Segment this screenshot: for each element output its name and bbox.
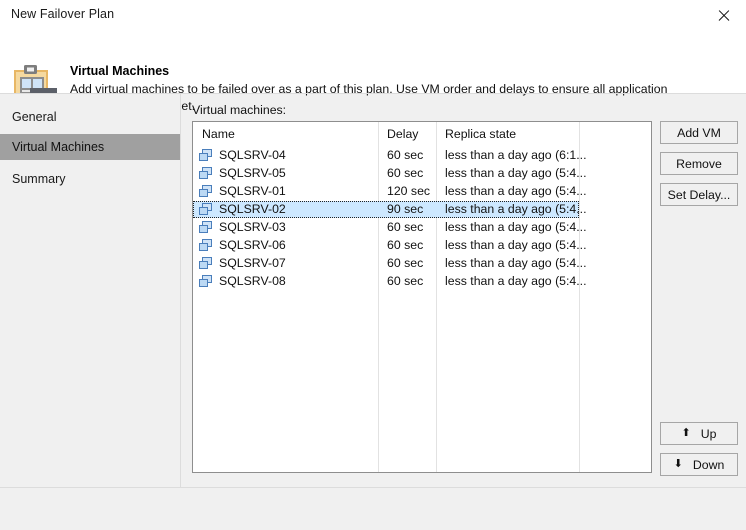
move-down-label: Down (693, 458, 724, 472)
column-header-delay[interactable]: Delay (387, 127, 418, 141)
sidebar-divider (180, 94, 181, 487)
cell-name: SQLSRV-08 (219, 274, 286, 288)
cell-name: SQLSRV-04 (219, 148, 286, 162)
cell-name: SQLSRV-06 (219, 238, 286, 252)
arrow-up-icon: ⬆ (682, 428, 691, 439)
sidebar-item-label: Virtual Machines (12, 140, 104, 154)
virtual-machine-icon (199, 239, 214, 252)
cell-name: SQLSRV-07 (219, 256, 286, 270)
virtual-machine-icon (199, 275, 214, 288)
virtual-machine-icon (199, 167, 214, 180)
column-header-name[interactable]: Name (202, 127, 235, 141)
sidebar-item-general[interactable]: General (0, 104, 180, 130)
table-row[interactable]: SQLSRV-03 60 sec less than a day ago (5:… (193, 219, 579, 236)
table-row[interactable]: SQLSRV-08 60 sec less than a day ago (5:… (193, 273, 579, 290)
cell-replica-state: less than a day ago (5:4... (445, 256, 587, 270)
arrow-down-icon: ⬇ (674, 459, 683, 470)
window-title: New Failover Plan (11, 7, 114, 21)
table-row[interactable]: SQLSRV-05 60 sec less than a day ago (5:… (193, 165, 579, 182)
cell-replica-state: less than a day ago (5:4... (445, 202, 587, 216)
cell-replica-state: less than a day ago (6:1... (445, 148, 587, 162)
virtual-machine-icon (199, 185, 214, 198)
cell-replica-state: less than a day ago (5:4... (445, 166, 587, 180)
table-row[interactable]: SQLSRV-07 60 sec less than a day ago (5:… (193, 255, 579, 272)
new-failover-plan-dialog: New Failover Plan vm Virtual Machines Ad… (0, 0, 746, 530)
banner-title: Virtual Machines (70, 64, 169, 78)
move-down-button[interactable]: ⬇ Down (660, 453, 738, 476)
cell-delay: 90 sec (387, 202, 423, 216)
close-button[interactable] (701, 0, 746, 30)
cell-name: SQLSRV-02 (219, 202, 286, 216)
table-row[interactable]: SQLSRV-01 120 sec less than a day ago (5… (193, 183, 579, 200)
cell-replica-state: less than a day ago (5:4... (445, 184, 587, 198)
table-row[interactable]: SQLSRV-06 60 sec less than a day ago (5:… (193, 237, 579, 254)
cell-delay: 60 sec (387, 166, 423, 180)
cell-delay: 120 sec (387, 184, 430, 198)
cell-name: SQLSRV-03 (219, 220, 286, 234)
sidebar-item-virtual-machines[interactable]: Virtual Machines (0, 134, 180, 160)
footer-bar: < Previous Apply Finish Cancel (0, 488, 746, 530)
close-icon (717, 9, 730, 22)
cell-delay: 60 sec (387, 238, 423, 252)
title-bar: New Failover Plan (0, 0, 746, 30)
cell-delay: 60 sec (387, 256, 423, 270)
add-vm-button[interactable]: Add VM (660, 121, 738, 144)
virtual-machines-list[interactable]: Name Delay Replica state SQLSRV-04 60 se… (192, 121, 652, 473)
virtual-machine-icon (199, 203, 214, 216)
cell-replica-state: less than a day ago (5:4... (445, 220, 587, 234)
move-up-button[interactable]: ⬆ Up (660, 422, 738, 445)
column-header-replica-state[interactable]: Replica state (445, 127, 516, 141)
cell-name: SQLSRV-05 (219, 166, 286, 180)
virtual-machine-icon (199, 221, 214, 234)
move-up-label: Up (701, 427, 717, 441)
cell-delay: 60 sec (387, 220, 423, 234)
virtual-machine-icon (199, 149, 214, 162)
set-delay-button[interactable]: Set Delay... (660, 183, 738, 206)
table-row-selected[interactable]: SQLSRV-02 90 sec less than a day ago (5:… (193, 201, 579, 218)
virtual-machine-icon (199, 257, 214, 270)
cell-delay: 60 sec (387, 274, 423, 288)
remove-button[interactable]: Remove (660, 152, 738, 175)
sidebar-item-summary[interactable]: Summary (0, 166, 180, 192)
cell-name: SQLSRV-01 (219, 184, 286, 198)
virtual-machines-label: Virtual machines: (192, 103, 286, 117)
wizard-step-sidebar: General Virtual Machines Summary (0, 94, 180, 487)
banner: vm Virtual Machines Add virtual machines… (0, 30, 746, 93)
cell-delay: 60 sec (387, 148, 423, 162)
sidebar-item-label: Summary (12, 172, 65, 186)
cell-replica-state: less than a day ago (5:4... (445, 238, 587, 252)
cell-replica-state: less than a day ago (5:4... (445, 274, 587, 288)
sidebar-item-label: General (12, 110, 56, 124)
table-row[interactable]: SQLSRV-04 60 sec less than a day ago (6:… (193, 147, 579, 164)
